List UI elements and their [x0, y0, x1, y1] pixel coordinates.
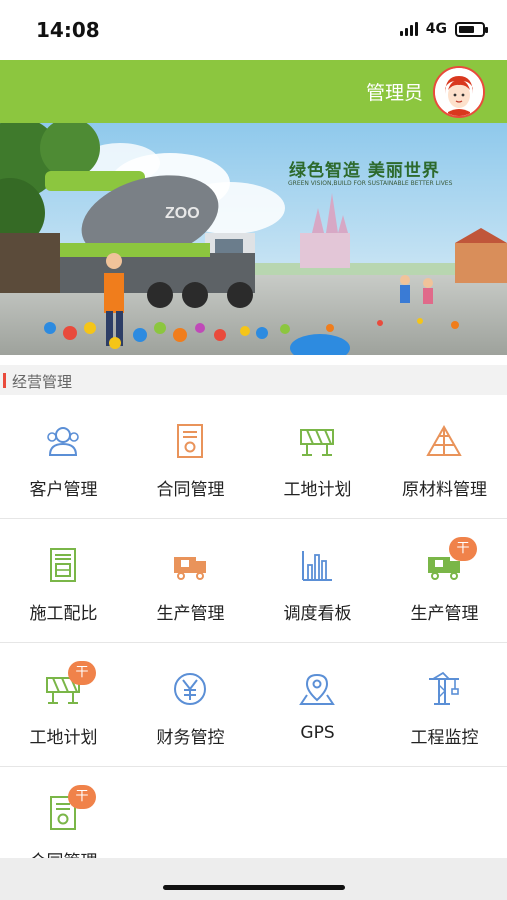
- menu-item-label: 调度看板: [283, 604, 352, 624]
- banner-title: 绿色智造 美丽世界: [289, 161, 440, 181]
- menu-item-label: 原材料管理: [402, 480, 487, 500]
- network-label: 4G: [425, 21, 447, 37]
- section-header: 经营管理: [0, 365, 507, 395]
- dry-badge: 干: [449, 537, 477, 561]
- status-bar: 14:08 4G: [0, 0, 507, 60]
- bottom-bar: [0, 858, 507, 900]
- menu-item-label: 工地计划: [283, 480, 352, 500]
- grid-row-3: 干 工地计划 财务管控 GPS 工程监控: [0, 643, 507, 767]
- section-accent-bar: [3, 373, 6, 388]
- menu-item-label: GPS: [300, 723, 335, 743]
- grid-row-1: 客户管理 合同管理 工地计划 原材料管理: [0, 395, 507, 519]
- menu-item-site-plan-dry[interactable]: 干 工地计划: [0, 643, 127, 765]
- user-avatar-icon[interactable]: [433, 66, 485, 118]
- menu-item-materials[interactable]: 原材料管理: [381, 395, 507, 517]
- menu-item-label: 工地计划: [29, 728, 98, 748]
- menu-item-production[interactable]: 生产管理: [127, 519, 254, 641]
- app-header: 管理员: [0, 60, 507, 123]
- menu-item-mix-ratio[interactable]: 施工配比: [0, 519, 127, 641]
- menu-item-label: 财务管控: [156, 728, 225, 748]
- dry-badge: 干: [68, 661, 96, 685]
- battery-level: [459, 25, 475, 33]
- menu-item-site-plan[interactable]: 工地计划: [254, 395, 381, 517]
- materials-icon: [426, 424, 462, 456]
- production-truck-icon: [174, 557, 206, 580]
- gps-location-icon: [299, 673, 335, 705]
- mix-ratio-icon: [50, 548, 76, 582]
- menu-item-production-dry[interactable]: 干 生产管理: [381, 519, 507, 641]
- menu-item-customers[interactable]: 客户管理: [0, 395, 127, 517]
- menu-item-dispatch-board[interactable]: 调度看板: [254, 519, 381, 641]
- user-name[interactable]: 管理员: [366, 78, 423, 105]
- site-plan-icon: [300, 429, 334, 456]
- home-indicator[interactable]: [163, 885, 345, 890]
- menu-item-finance[interactable]: 财务管控: [127, 643, 254, 765]
- menu-item-label: 客户管理: [29, 480, 98, 500]
- truck-brand: ZOO: [165, 205, 200, 222]
- dispatch-chart-icon: [302, 551, 332, 581]
- menu-item-gps[interactable]: GPS: [254, 643, 381, 765]
- crane-monitor-icon: [429, 671, 459, 705]
- finance-yen-icon: [174, 673, 206, 705]
- menu-item-label: 工程监控: [410, 728, 479, 748]
- dry-badge: 干: [68, 785, 96, 809]
- menu-item-label: 生产管理: [410, 604, 479, 624]
- menu-item-contracts[interactable]: 合同管理: [127, 395, 254, 517]
- battery-icon: [455, 21, 488, 37]
- menu-item-label: 合同管理: [156, 480, 225, 500]
- signal-icon: [399, 22, 418, 36]
- menu-item-label: 施工配比: [29, 604, 98, 624]
- status-time: 14:08: [36, 18, 100, 42]
- section-title: 经营管理: [12, 373, 73, 391]
- menu-item-project-monitor[interactable]: 工程监控: [381, 643, 507, 765]
- customers-icon: [47, 427, 79, 456]
- grid-row-2: 施工配比 生产管理 调度看板 干 生产管理: [0, 519, 507, 643]
- contract-icon: [177, 424, 203, 458]
- menu-item-label: 生产管理: [156, 604, 225, 624]
- banner-subtitle: GREEN VISION,BUILD FOR SUSTAINABLE BETTE…: [288, 180, 453, 187]
- status-indicators: 4G: [399, 21, 488, 37]
